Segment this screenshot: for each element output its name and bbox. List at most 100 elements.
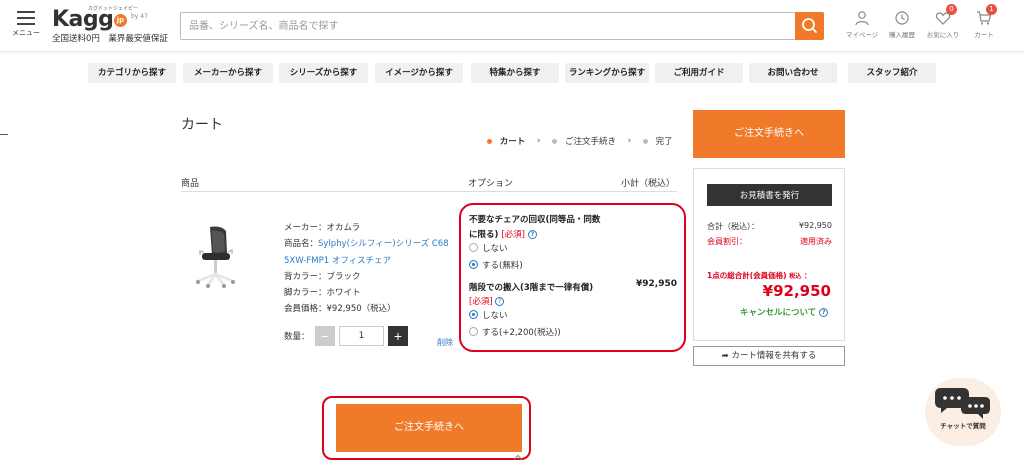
step-dot-active-icon bbox=[487, 138, 492, 144]
summary-total-label: 合計（税込）： bbox=[707, 222, 759, 231]
chat-label: チャットで質問 bbox=[940, 422, 986, 430]
site-header: メニュー カグドットジェイピー Kagg jp by 47 全国送料0円 業界最… bbox=[0, 0, 1024, 52]
option-stairs-title: 階段での搬入(3階まで一律有償) bbox=[469, 283, 594, 293]
help-icon: ? bbox=[819, 308, 829, 317]
chevron-right-icon: › bbox=[627, 136, 632, 146]
product-name-row: 商品名：Sylphy(シルフィー)シリーズ C68 bbox=[284, 236, 449, 252]
favorites-count-badge: 0 bbox=[946, 4, 957, 15]
share-cart-label: カート情報を共有する bbox=[731, 351, 817, 361]
nav-contact[interactable]: お問い合わせ bbox=[749, 63, 837, 83]
page-title: カート bbox=[181, 117, 223, 133]
summary-discount-label: 会員割引： bbox=[707, 237, 747, 246]
search-input[interactable] bbox=[181, 13, 795, 39]
nav-image[interactable]: イメージから探す bbox=[375, 63, 463, 83]
grand-total-label: 1点の総合計(会員価格) 税込 ： bbox=[707, 271, 812, 280]
help-icon[interactable]: ? bbox=[495, 297, 505, 306]
share-icon: ➦ bbox=[721, 351, 729, 361]
summary-discount-row: 会員割引： 適用済み bbox=[707, 236, 832, 247]
issue-quote-button[interactable]: お見積書を発行 bbox=[707, 184, 832, 206]
option-stairs-yes[interactable]: する(+2,200(税込)) bbox=[469, 326, 561, 338]
product-member-price: 会員価格：¥92,950（税込） bbox=[284, 304, 396, 315]
checkout-steps: カート › ご注文手続き › 完了 bbox=[487, 135, 673, 149]
required-badge: [必須] bbox=[501, 230, 525, 240]
product-back-color: 背カラー：ブラック bbox=[284, 271, 361, 282]
product-info: メーカー：オカムラ 商品名：Sylphy(シルフィー)シリーズ C68 5XW-… bbox=[284, 220, 449, 318]
quantity-input[interactable] bbox=[339, 326, 384, 346]
order-summary: お見積書を発行 合計（税込）： ¥92,950 会員割引： 適用済み 1点の総合計(… bbox=[693, 168, 845, 341]
radio-unchecked-icon bbox=[469, 327, 478, 336]
chat-widget[interactable]: チャットで質問 bbox=[925, 378, 1001, 446]
cart-link[interactable]: 1 カート bbox=[962, 4, 1006, 39]
summary-total-value: ¥92,950 bbox=[798, 221, 832, 230]
radio-unchecked-icon bbox=[469, 243, 478, 252]
nav-staff[interactable]: スタッフ紹介 bbox=[848, 63, 936, 83]
quantity-decrement-button[interactable]: − bbox=[315, 326, 335, 346]
share-cart-button[interactable]: ➦ カート情報を共有する bbox=[693, 346, 845, 366]
nav-guide[interactable]: ご利用ガイド bbox=[655, 63, 743, 83]
menu-label: メニュー bbox=[12, 29, 40, 37]
option-collection-title: 不要なチェアの回収(同等品・同数 bbox=[469, 215, 601, 225]
product-maker: メーカー：オカムラ bbox=[284, 223, 361, 233]
nav-feature[interactable]: 特集から探す bbox=[471, 63, 559, 83]
favorites-label: お気に入り bbox=[926, 31, 960, 39]
step-cart: カート bbox=[499, 137, 526, 147]
radio-checked-icon bbox=[469, 260, 478, 269]
option-collection-title-continued: に限る) [必須] ? bbox=[469, 228, 537, 240]
hamburger-icon bbox=[17, 11, 35, 25]
logo-jp-badge: jp bbox=[114, 14, 127, 27]
history-link[interactable]: 購入履歴 bbox=[880, 10, 924, 39]
nav-category[interactable]: カテゴリから探す bbox=[88, 63, 176, 83]
step-complete: 完了 bbox=[655, 137, 673, 147]
line-subtotal: ¥92,950 bbox=[636, 279, 677, 289]
search-bar bbox=[180, 12, 824, 40]
summary-total-row: 合計（税込）： ¥92,950 bbox=[707, 221, 832, 232]
quantity-increment-button[interactable]: + bbox=[388, 326, 408, 346]
option-stairs-required-row: [必須] ? bbox=[469, 295, 505, 307]
menu-button[interactable]: メニュー bbox=[10, 9, 42, 41]
step-order: ご注文手続き bbox=[564, 137, 616, 147]
chat-bubbles-icon bbox=[935, 388, 990, 419]
quantity-label: 数量： bbox=[284, 332, 310, 342]
tagline: 全国送料0円 業界最安値保証 bbox=[52, 34, 168, 44]
option-collection-no[interactable]: しない bbox=[469, 242, 508, 254]
option-stairs-no[interactable]: しない bbox=[469, 309, 508, 321]
nav-ranking[interactable]: ランキングから探す bbox=[565, 63, 649, 83]
column-header-subtotal: 小計（税込） bbox=[621, 179, 676, 189]
table-divider bbox=[181, 191, 677, 192]
option-collection-yes[interactable]: する(無料) bbox=[469, 259, 523, 271]
column-header-product: 商品 bbox=[181, 179, 200, 189]
mypage-label: マイページ bbox=[845, 31, 879, 39]
product-name-link[interactable]: Sylphy(シルフィー)シリーズ C68 bbox=[318, 239, 449, 249]
radio-label: しない bbox=[482, 244, 508, 254]
site-logo[interactable]: カグドットジェイピー Kagg jp by 47 全国送料0円 業界最安値保証 bbox=[52, 5, 172, 45]
category-nav: カテゴリから探す メーカーから探す シリーズから探す イメージから探す 特集から… bbox=[88, 63, 938, 83]
logo-brand: Kagg bbox=[52, 7, 114, 32]
delete-link[interactable]: 削除 bbox=[437, 337, 453, 348]
cart-label: カート bbox=[974, 31, 994, 39]
favorites-link[interactable]: 0 お気に入り bbox=[921, 4, 965, 39]
step-dot-icon bbox=[552, 138, 558, 144]
history-icon bbox=[895, 11, 909, 25]
user-icon bbox=[855, 11, 869, 26]
grand-total-value: ¥92,950 bbox=[762, 282, 831, 300]
history-label: 購入履歴 bbox=[889, 31, 915, 39]
nav-series[interactable]: シリーズから探す bbox=[279, 63, 368, 83]
search-icon bbox=[802, 18, 817, 33]
step-dot-icon bbox=[642, 138, 648, 144]
cancel-policy-label: キャンセルについて bbox=[740, 308, 817, 318]
help-icon[interactable]: ? bbox=[527, 230, 537, 239]
option-collection-title-end: に限る) bbox=[469, 230, 499, 240]
nav-maker[interactable]: メーカーから探す bbox=[183, 63, 273, 83]
grand-total-label-text: 1点の総合計(会員価格) bbox=[707, 271, 787, 280]
cart-count-badge: 1 bbox=[986, 4, 997, 15]
chevron-right-icon: › bbox=[536, 136, 541, 146]
radio-label: する(無料) bbox=[482, 261, 523, 271]
product-leg-color: 脚カラー：ホワイト bbox=[284, 288, 361, 299]
checkout-button-bottom[interactable]: ご注文手続きへ bbox=[336, 404, 522, 452]
search-button[interactable] bbox=[795, 12, 824, 40]
checkout-button-top[interactable]: ご注文手続きへ bbox=[693, 110, 845, 158]
product-name-link-continued[interactable]: 5XW-FMP1 オフィスチェア bbox=[284, 253, 449, 269]
mypage-link[interactable]: マイページ bbox=[840, 10, 884, 39]
cancel-policy-link[interactable]: キャンセルについて ? bbox=[740, 306, 829, 318]
product-image[interactable] bbox=[190, 223, 240, 293]
